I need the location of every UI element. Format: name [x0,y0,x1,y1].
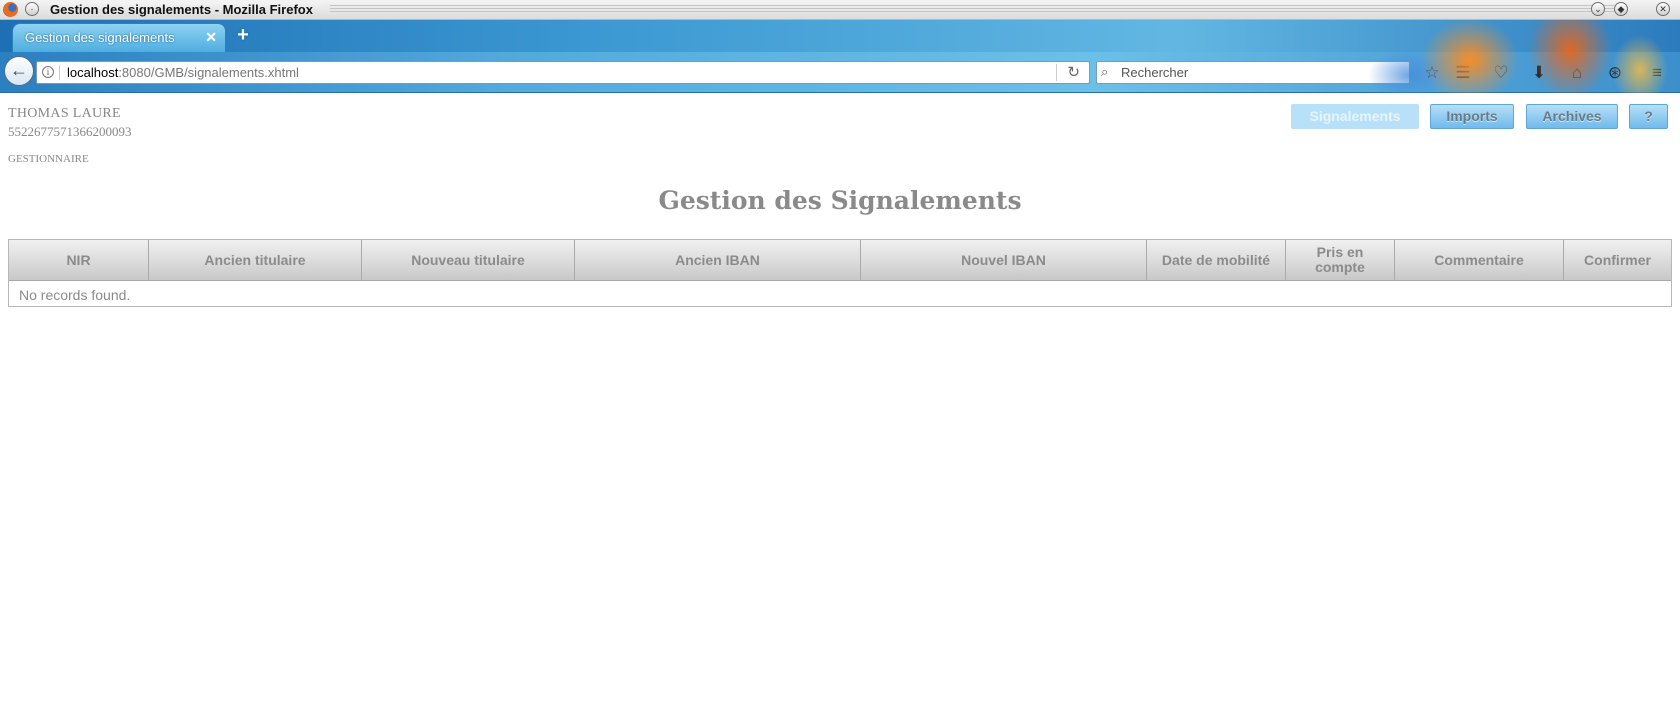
table-header: NIR Ancien titulaire Nouveau titulaire A… [9,240,1671,281]
search-icon: ⌕ [1101,64,1109,79]
user-role: GESTIONNAIRE [8,153,89,165]
column-header-ancien-iban[interactable]: Ancien IBAN [575,240,861,280]
signalements-table: NIR Ancien titulaire Nouveau titulaire A… [8,239,1672,307]
search-placeholder: Rechercher [1121,65,1189,80]
window-title: Gestion des signalements - Mozilla Firef… [50,2,321,17]
close-tab-icon[interactable]: ✕ [205,29,217,46]
column-header-ancien-titulaire[interactable]: Ancien titulaire [149,240,362,280]
maximize-icon[interactable]: ◆ [1614,2,1628,16]
url-separator [59,65,60,80]
new-tab-icon[interactable]: + [234,25,252,45]
window-menu-icon[interactable]: · [25,2,39,16]
help-button[interactable]: ? [1629,104,1668,129]
minimize-icon[interactable]: ⌄ [1591,2,1605,16]
archives-button[interactable]: Archives [1526,104,1618,129]
page-title: Gestion des Signalements [658,186,1022,215]
signalements-button[interactable]: Signalements [1291,104,1419,129]
tab-strip: Gestion des signalements ✕ + [0,20,1680,52]
home-icon[interactable]: ⌂ [1566,62,1588,84]
column-header-nouvel-iban[interactable]: Nouvel IBAN [861,240,1147,280]
site-info-icon[interactable]: i [42,66,54,78]
url-path: :8080/GMB/signalements.xhtml [118,65,299,80]
column-header-nir[interactable]: NIR [9,240,149,280]
pocket-icon[interactable]: ♡ [1490,62,1512,84]
titlebar-grip [330,5,1614,14]
column-header-confirmer[interactable]: Confirmer [1564,240,1671,280]
column-header-commentaire[interactable]: Commentaire [1395,240,1564,280]
menu-icon[interactable]: ≡ [1646,62,1668,84]
tab-gestion-signalements[interactable]: Gestion des signalements ✕ [12,23,226,52]
back-button[interactable]: ← [4,56,34,86]
column-header-date-mobilite[interactable]: Date de mobilité [1147,240,1286,280]
navigation-toolbar: ← i localhost:8080/GMB/signalements.xhtm… [0,52,1680,93]
user-id: 5522677571366200093 [8,124,132,139]
url-bar[interactable]: i localhost:8080/GMB/signalements.xhtml … [36,61,1090,84]
user-name: THOMAS LAURE [8,106,121,121]
reading-list-icon[interactable]: ☰ [1452,62,1474,84]
column-header-pris-en-compte[interactable]: Pris en compte [1286,240,1395,280]
bookmark-star-icon[interactable]: ☆ [1421,62,1443,84]
url-text[interactable]: localhost:8080/GMB/signalements.xhtml [67,65,299,80]
back-arrow-icon: ← [10,60,28,80]
reload-separator [1056,64,1057,81]
window-titlebar: · Gestion des signalements - Mozilla Fir… [0,0,1680,20]
close-window-icon[interactable]: ✕ [1656,2,1670,16]
tab-label: Gestion des signalements [25,30,175,45]
download-icon[interactable]: ⬇ [1528,62,1550,84]
empty-table-message: No records found. [19,287,131,303]
sync-icon[interactable]: ⊛ [1604,62,1626,84]
search-bar[interactable]: ⌕ Rechercher [1096,61,1410,84]
firefox-logo-icon [3,2,18,17]
column-header-nouveau-titulaire[interactable]: Nouveau titulaire [362,240,575,280]
url-host: localhost [67,65,119,80]
reload-icon[interactable]: ↻ [1067,63,1080,81]
imports-button[interactable]: Imports [1430,104,1514,129]
